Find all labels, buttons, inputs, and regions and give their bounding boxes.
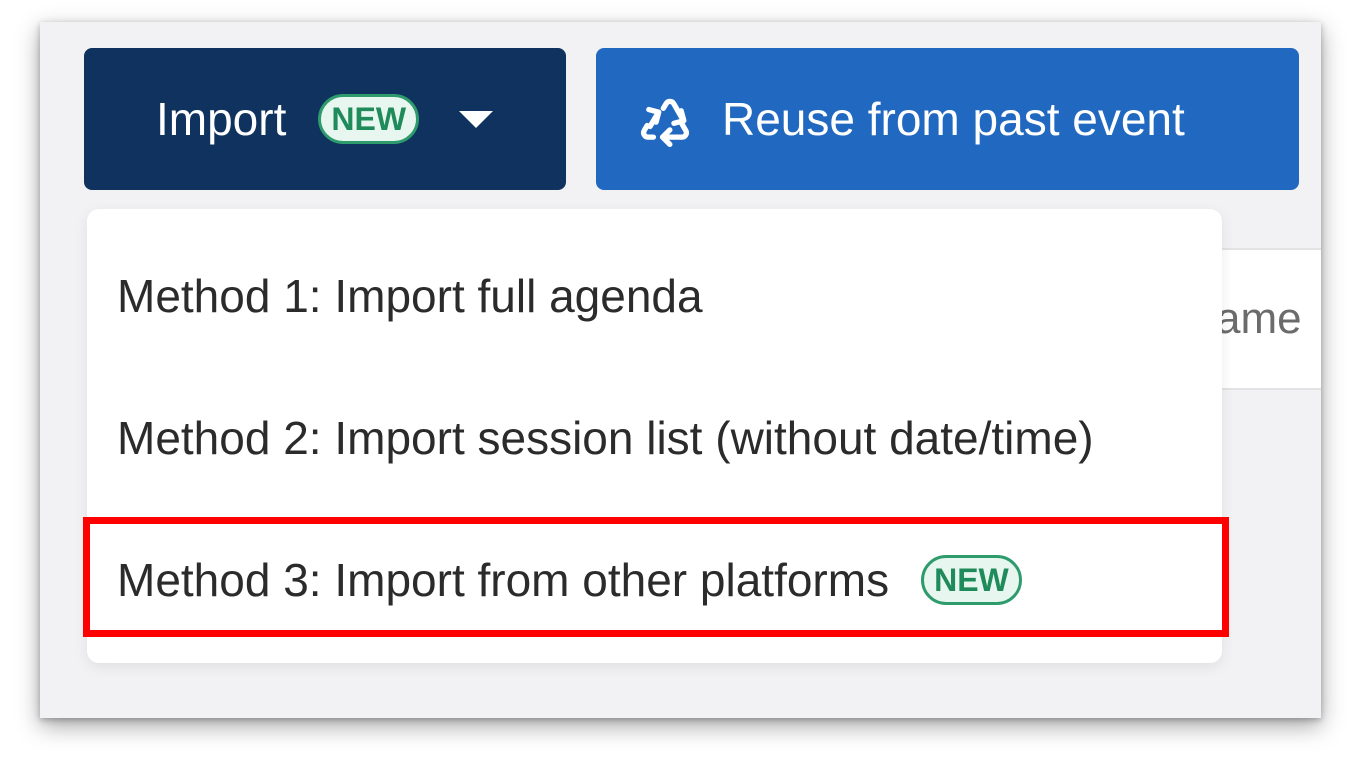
new-badge: NEW: [318, 94, 420, 144]
import-button-label: Import: [156, 93, 287, 145]
reuse-from-past-event-button[interactable]: Reuse from past event: [596, 48, 1299, 190]
menu-item-method-2[interactable]: Method 2: Import session list (without d…: [117, 411, 1094, 465]
menu-item-label: Method 1: Import full agenda: [117, 270, 703, 322]
menu-item-method-1[interactable]: Method 1: Import full agenda: [117, 269, 703, 323]
caret-down-icon: [459, 110, 494, 128]
screenshot-frame: Import NEW Reuse from past event ame Met…: [40, 22, 1321, 718]
highlight-box: [83, 517, 1229, 637]
recycle-icon: [641, 98, 689, 148]
import-dropdown-button[interactable]: Import NEW: [84, 48, 566, 190]
reuse-button-label: Reuse from past event: [722, 93, 1185, 145]
menu-item-label: Method 2: Import session list (without d…: [117, 412, 1094, 464]
background-header-text: ame: [1216, 294, 1302, 343]
